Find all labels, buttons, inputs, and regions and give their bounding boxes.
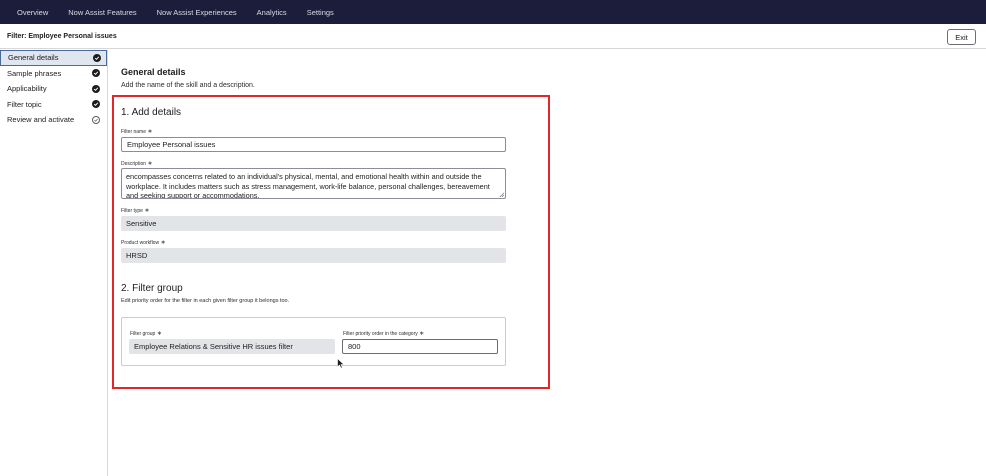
- sidebar-item-filter-topic[interactable]: Filter topic: [0, 97, 107, 113]
- top-navigation: Overview Now Assist Features Now Assist …: [0, 0, 986, 24]
- nav-now-assist-features[interactable]: Now Assist Features: [68, 8, 136, 17]
- product-workflow-label: Product workflow ∗: [121, 240, 166, 246]
- sidebar-item-review-and-activate[interactable]: Review and activate: [0, 112, 107, 128]
- sidebar-item-general-details[interactable]: General details: [0, 50, 107, 66]
- filter-group-field: Employee Relations & Sensitive HR issues…: [129, 339, 335, 354]
- priority-order-input[interactable]: 800: [342, 339, 498, 354]
- description-text: encompasses concerns related to an indiv…: [126, 172, 490, 199]
- nav-now-assist-experiences[interactable]: Now Assist Experiences: [157, 8, 237, 17]
- description-textarea[interactable]: encompasses concerns related to an indiv…: [121, 168, 506, 199]
- required-marker: ∗: [144, 208, 150, 214]
- filter-type-label: Filter type ∗: [121, 208, 150, 214]
- check-circle-icon: [92, 100, 100, 109]
- resize-handle-icon[interactable]: [499, 192, 504, 197]
- required-marker: ∗: [156, 331, 162, 337]
- filter-name-input[interactable]: Employee Personal issues: [121, 137, 506, 152]
- nav-settings[interactable]: Settings: [307, 8, 334, 17]
- add-details-heading: 1. Add details: [121, 107, 182, 118]
- filter-group-heading: 2. Filter group: [121, 283, 183, 294]
- filter-group-description: Edit priority order for the filter in ea…: [121, 298, 290, 304]
- title-bar: Filter: Employee Personal issues: [0, 24, 986, 49]
- section-heading: General details: [121, 67, 186, 77]
- required-marker: ∗: [419, 331, 425, 337]
- mouse-cursor-icon: [337, 358, 345, 369]
- check-circle-icon: [93, 53, 101, 62]
- filter-group-label: Filter group ∗: [130, 331, 162, 337]
- sidebar-item-label: General details: [8, 53, 59, 63]
- sidebar-item-label: Applicability: [7, 84, 47, 94]
- sidebar-item-applicability[interactable]: Applicability: [0, 81, 107, 97]
- page-title: Filter: Employee Personal issues: [7, 33, 117, 40]
- required-marker: ∗: [160, 240, 166, 246]
- required-marker: ∗: [147, 129, 153, 135]
- sidebar-item-label: Review and activate: [7, 115, 75, 125]
- nav-analytics[interactable]: Analytics: [257, 8, 287, 17]
- sidebar-item-label: Filter topic: [7, 99, 42, 109]
- product-workflow-field: HRSD: [121, 248, 506, 263]
- check-circle-icon: [92, 69, 100, 78]
- filter-type-field: Sensitive: [121, 216, 506, 231]
- check-circle-icon: [92, 84, 100, 93]
- nav-overview[interactable]: Overview: [17, 8, 48, 17]
- pending-check-icon: [92, 115, 100, 124]
- sidebar-item-label: Sample phrases: [7, 68, 62, 78]
- required-marker: ∗: [147, 161, 153, 167]
- section-subheading: Add the name of the skill and a descript…: [121, 82, 255, 89]
- description-label: Description ∗: [121, 161, 153, 167]
- sidebar: General details Sample phrases Applicabi…: [0, 50, 108, 476]
- priority-order-label: Filter priority order in the category ∗: [343, 331, 425, 337]
- sidebar-item-sample-phrases[interactable]: Sample phrases: [0, 66, 107, 82]
- filter-name-label: Filter name ∗: [121, 129, 153, 135]
- exit-button[interactable]: Exit: [947, 29, 976, 45]
